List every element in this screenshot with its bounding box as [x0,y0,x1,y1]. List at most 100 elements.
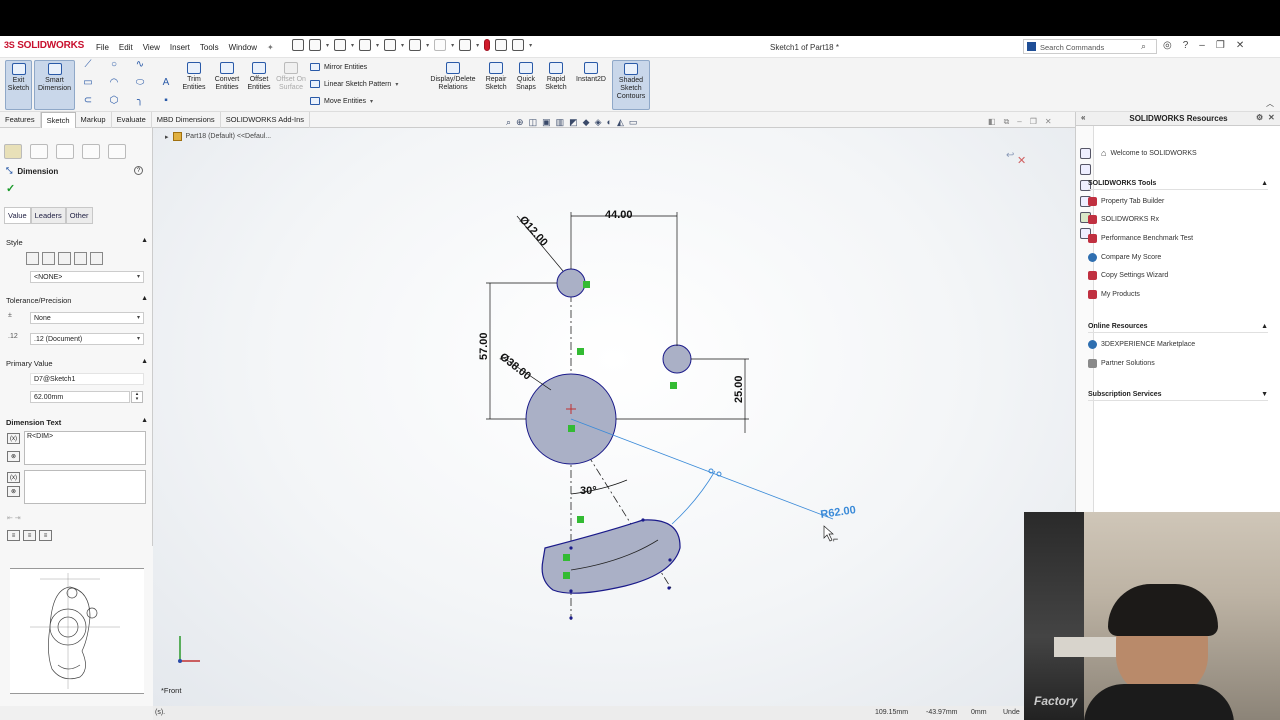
subtab-other[interactable]: Other [65,207,93,224]
zoom-to-fit-icon[interactable]: ⌕ [506,117,511,128]
sketch-point[interactable] [667,586,671,590]
display-manager-tab-icon[interactable] [108,144,126,159]
view-orientation-icon[interactable]: ◩ [569,117,578,128]
justify-right-icon[interactable]: ≡ [39,530,52,541]
design-library-icon[interactable] [1080,164,1091,175]
viewport-restore-icon[interactable]: ❐ [1030,117,1037,127]
chevron-down-icon[interactable]: ▾ [426,42,429,49]
style-select[interactable]: <NONE> ▾ [30,271,144,283]
dim-30-degrees[interactable]: 30° [580,485,597,497]
tab-solidworks-addins[interactable]: SOLIDWORKS Add-Ins [221,112,311,128]
chevron-down-icon[interactable]: ▾ [476,42,479,49]
menu-tools[interactable]: Tools [200,43,219,52]
previous-view-icon[interactable]: ◫ [529,117,538,128]
update-style-icon[interactable] [58,252,71,265]
tolerance-type-select[interactable]: None ▾ [30,312,144,324]
new-document-icon[interactable] [309,39,321,51]
linear-sketch-pattern-button[interactable]: Linear Sketch Pattern ▾ [310,80,398,88]
file-properties-icon[interactable] [495,39,508,51]
fillet-icon[interactable]: ╮ [134,96,146,107]
offset-on-surface-button[interactable]: Offset On Surface [276,60,306,110]
collapse-ribbon-icon[interactable]: ︿ [1266,98,1274,109]
dimension-text-section-header[interactable]: Dimension Text ▲ [6,417,148,427]
circle-right[interactable] [662,344,692,374]
tab-mbd-dimensions[interactable]: MBD Dimensions [152,112,221,128]
home-icon[interactable] [292,39,304,51]
select-icon[interactable] [459,39,472,51]
menu-view[interactable]: View [143,43,160,52]
property-manager-tab-icon[interactable] [30,144,48,159]
slot-icon[interactable]: ⊂ [82,96,94,107]
viewport-link-icon[interactable]: ⧉ [1004,117,1010,127]
exit-sketch-button[interactable]: Exit Sketch [5,60,32,110]
value-spinner[interactable]: ▴ ▾ [131,391,143,403]
sketch-canvas[interactable]: 44.00 Ø12.00 57.00 Ø38.00 25.00 30° R62.… [153,128,1075,706]
menu-insert[interactable]: Insert [170,43,190,52]
dim-25[interactable]: 25.00 [733,375,745,403]
tool-link-property-tab-builder[interactable]: Property Tab Builder [1088,197,1164,206]
sketch-point[interactable] [569,546,573,550]
circle-dia-12[interactable] [556,268,586,298]
justify-left-icon[interactable]: ≡ [7,530,20,541]
view-settings-icon[interactable]: ▭ [629,117,638,128]
tool-link-solidworks-rx[interactable]: SOLIDWORKS Rx [1088,215,1159,224]
primary-value-input[interactable]: 62.00mm [30,391,130,403]
print-icon[interactable] [384,39,397,51]
sketch-point[interactable] [641,518,645,522]
move-entities-button[interactable]: Move Entities ▾ [310,97,373,105]
chevron-down-icon[interactable]: ▾ [370,98,373,105]
tab-sketch[interactable]: Sketch [40,112,76,128]
tools-section-header[interactable]: SOLIDWORKS Tools ▲ [1088,180,1268,190]
redo-icon[interactable] [434,39,447,51]
justify-arrows-icon[interactable]: ⇤ ⇥ [7,514,21,522]
help-icon[interactable]: ? [134,166,143,175]
chevron-down-icon[interactable]: ▾ [401,42,404,49]
section-view-icon[interactable]: ▣ [542,117,551,128]
add-style-icon[interactable] [42,252,55,265]
collapse-icon[interactable]: ▲ [1261,323,1268,330]
dimxpert-tab-icon[interactable] [82,144,100,159]
sketch-point[interactable] [668,558,672,562]
trim-entities-button[interactable]: Trim Entities [180,60,208,110]
search-scope-icon[interactable] [1027,42,1036,51]
precision-select[interactable]: .12 (Document) ▾ [30,333,144,345]
save-style-icon[interactable] [90,252,103,265]
confirmation-corner-icon[interactable]: ↩ ✕ [1006,150,1026,167]
menu-window[interactable]: Window [229,43,257,52]
polygon-icon[interactable]: ⬡ [108,96,120,107]
tab-evaluate[interactable]: Evaluate [112,112,152,128]
search-commands-input[interactable]: Search Commands ⌕ [1023,39,1157,54]
dynamic-annotation-icon[interactable]: ▥ [556,117,565,128]
display-style-icon[interactable]: ◆ [583,117,590,128]
tool-link-performance-benchmark[interactable]: Performance Benchmark Test [1088,234,1193,243]
apply-scene-icon[interactable]: ◭ [617,117,624,128]
smart-dimension-button[interactable]: Smart Dimension [34,60,75,110]
convert-entities-button[interactable]: Convert Entities [212,60,242,110]
text-icon[interactable]: A [160,78,172,89]
tool-link-compare-my-score[interactable]: Compare My Score [1088,253,1161,262]
tab-markup[interactable]: Markup [76,112,112,128]
solidworks-logo[interactable]: 3S SOLIDWORKS [4,40,84,51]
circle-icon[interactable]: ○ [108,60,120,71]
edit-appearance-icon[interactable]: ◐ [607,117,612,128]
tolerance-section-header[interactable]: Tolerance/Precision ▲ [6,295,148,305]
tool-link-copy-settings-wizard[interactable]: Copy Settings Wizard [1088,271,1168,280]
quick-snaps-button[interactable]: Quick Snaps [513,60,539,110]
tab-features[interactable]: Features [0,112,41,128]
ellipse-icon[interactable]: ⬭ [134,78,146,89]
chevron-down-icon[interactable]: ▾ [395,81,398,88]
arc-slot[interactable] [541,519,681,594]
dimension-name-field[interactable]: D7@Sketch1 [30,373,144,385]
hide-show-items-icon[interactable]: ◈ [595,117,602,128]
pane-settings-icon[interactable]: ⚙ [1256,113,1263,122]
justify-center-icon[interactable]: ≡ [23,530,36,541]
rectangle-icon[interactable]: ▭ [82,78,94,89]
spline-icon[interactable]: ∿ [134,60,146,71]
primary-value-section-header[interactable]: Primary Value ▲ [6,358,148,368]
open-icon[interactable] [334,39,347,51]
welcome-link[interactable]: ⌂ Welcome to SOLIDWORKS [1101,148,1197,158]
mirror-entities-button[interactable]: Mirror Entities [310,63,367,71]
dim-57[interactable]: 57.00 [478,332,490,360]
collapse-icon[interactable]: ▲ [1261,180,1268,187]
offset-entities-button[interactable]: Offset Entities [245,60,273,110]
